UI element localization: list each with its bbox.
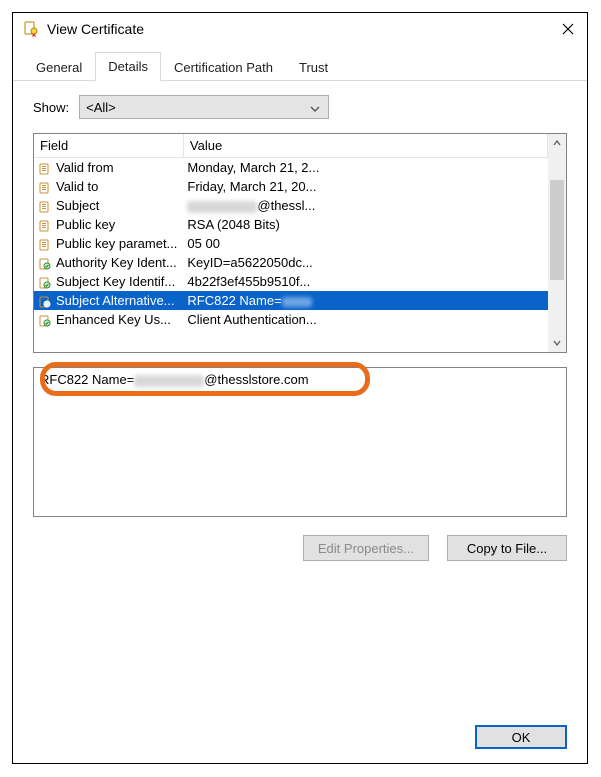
chevron-down-icon bbox=[310, 102, 320, 112]
tab-general[interactable]: General bbox=[23, 53, 95, 81]
field-name: Authority Key Ident... bbox=[56, 255, 177, 270]
table-row[interactable]: Subject Alternative... RFC822 Name= bbox=[34, 291, 548, 310]
scrollbar[interactable] bbox=[548, 134, 566, 352]
table-row[interactable]: Valid from Monday, March 21, 2... bbox=[34, 158, 548, 178]
tab-strip: General Details Certification Path Trust bbox=[13, 51, 587, 81]
table-row[interactable]: Enhanced Key Us... Client Authentication.… bbox=[34, 310, 548, 329]
cert-extension-icon bbox=[38, 296, 52, 308]
redacted-text bbox=[134, 375, 204, 387]
scroll-thumb[interactable] bbox=[550, 180, 564, 280]
column-header-field[interactable]: Field bbox=[34, 134, 183, 158]
certificate-icon bbox=[23, 21, 39, 37]
field-value: Client Authentication... bbox=[183, 310, 547, 329]
cert-field-icon bbox=[38, 220, 52, 232]
show-dropdown[interactable]: <All> bbox=[79, 95, 329, 119]
cert-field-icon bbox=[38, 201, 52, 213]
detail-value-box[interactable]: RFC822 Name= @thesslstore.com bbox=[33, 367, 567, 517]
field-value: RFC822 Name= bbox=[183, 291, 547, 310]
field-value: 05 00 bbox=[183, 234, 547, 253]
tab-certification-path[interactable]: Certification Path bbox=[161, 53, 286, 81]
cert-extension-icon bbox=[38, 315, 52, 327]
field-name: Public key paramet... bbox=[56, 236, 177, 251]
column-header-value[interactable]: Value bbox=[183, 134, 547, 158]
field-name: Public key bbox=[56, 217, 115, 232]
close-button[interactable] bbox=[559, 22, 577, 36]
dialog-body: Show: <All> Field Value Valid fromMo bbox=[13, 81, 587, 713]
table-row[interactable]: Subject @thessl... bbox=[34, 196, 548, 215]
certificate-dialog: View Certificate General Details Certifi… bbox=[12, 12, 588, 764]
fields-table: Field Value Valid from Monday, March 21, … bbox=[33, 133, 567, 353]
field-value: RSA (2048 Bits) bbox=[183, 215, 547, 234]
field-name: Subject bbox=[56, 198, 99, 213]
scroll-up-icon[interactable] bbox=[548, 134, 566, 152]
ok-button[interactable]: OK bbox=[475, 725, 567, 749]
title-bar: View Certificate bbox=[13, 13, 587, 43]
table-row[interactable]: Public key RSA (2048 Bits) bbox=[34, 215, 548, 234]
cert-field-icon bbox=[38, 239, 52, 251]
cert-field-icon bbox=[38, 182, 52, 194]
detail-suffix: @thesslstore.com bbox=[204, 372, 308, 387]
table-row[interactable]: Public key paramet... 05 00 bbox=[34, 234, 548, 253]
table-row[interactable]: Valid to Friday, March 21, 20... bbox=[34, 177, 548, 196]
cert-extension-icon bbox=[38, 277, 52, 289]
show-row: Show: <All> bbox=[33, 95, 567, 119]
field-name: Subject Key Identif... bbox=[56, 274, 175, 289]
tab-trust[interactable]: Trust bbox=[286, 53, 341, 81]
redacted-text bbox=[282, 297, 312, 307]
edit-properties-button: Edit Properties... bbox=[303, 535, 429, 561]
field-name: Subject Alternative... bbox=[56, 293, 175, 308]
scroll-down-icon[interactable] bbox=[548, 334, 566, 352]
table-row[interactable]: Authority Key Ident... KeyID=a5622050dc..… bbox=[34, 253, 548, 272]
cert-field-icon bbox=[38, 163, 52, 175]
field-value: 4b22f3ef455b9510f... bbox=[183, 272, 547, 291]
tab-details[interactable]: Details bbox=[95, 52, 161, 81]
field-name: Valid from bbox=[56, 160, 114, 175]
field-name: Enhanced Key Us... bbox=[56, 312, 171, 327]
redacted-text bbox=[187, 201, 257, 213]
field-value: Monday, March 21, 2... bbox=[183, 158, 547, 178]
field-name: Valid to bbox=[56, 179, 98, 194]
field-value: Friday, March 21, 20... bbox=[183, 177, 547, 196]
field-value: KeyID=a5622050dc... bbox=[183, 253, 547, 272]
show-label: Show: bbox=[33, 100, 69, 115]
show-value: <All> bbox=[86, 100, 116, 115]
copy-to-file-button[interactable]: Copy to File... bbox=[447, 535, 567, 561]
field-value: @thessl... bbox=[183, 196, 547, 215]
action-buttons: Edit Properties... Copy to File... bbox=[33, 535, 567, 561]
scroll-track[interactable] bbox=[548, 152, 566, 334]
dialog-footer: OK bbox=[13, 713, 587, 763]
window-title: View Certificate bbox=[47, 21, 144, 37]
cert-extension-icon bbox=[38, 258, 52, 270]
detail-prefix: RFC822 Name= bbox=[40, 372, 134, 387]
table-row[interactable]: Subject Key Identif... 4b22f3ef455b9510f.… bbox=[34, 272, 548, 291]
